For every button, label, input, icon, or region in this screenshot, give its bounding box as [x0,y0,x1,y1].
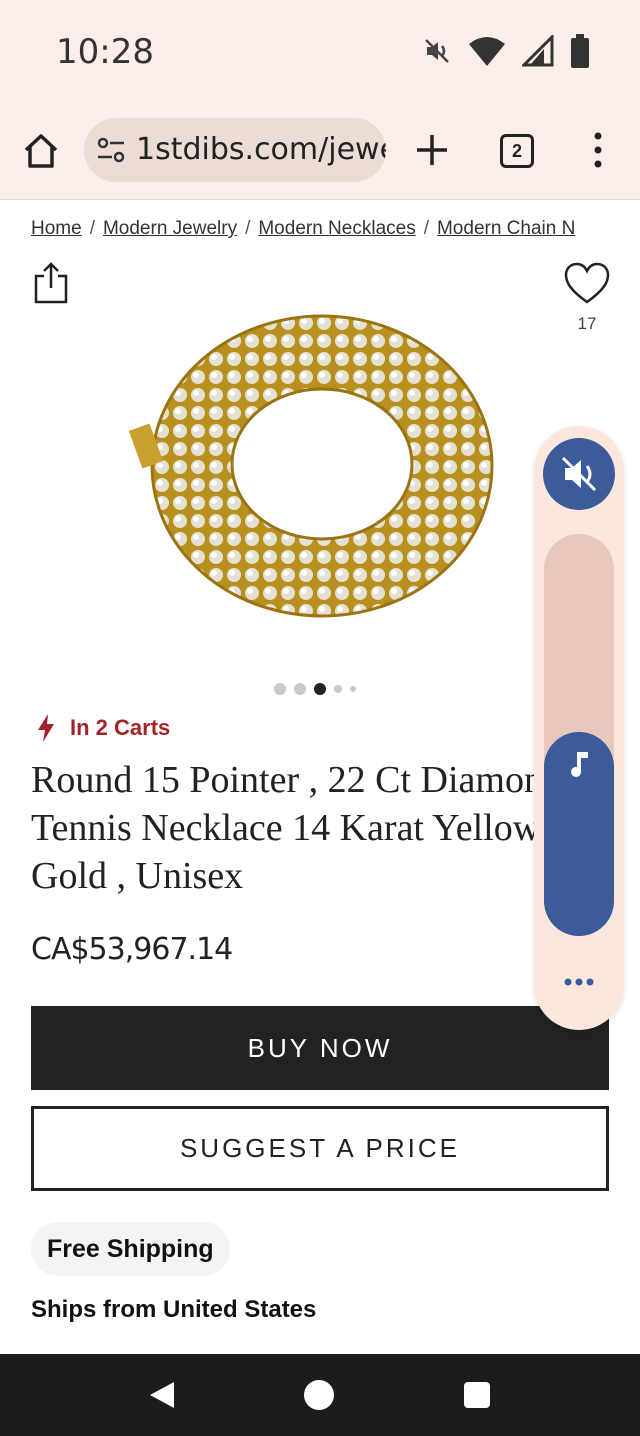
url-text[interactable]: 1stdibs.com/jewe [136,132,386,167]
ships-from-text: Ships from United States [31,1296,317,1323]
carousel-dot[interactable] [294,683,306,695]
heart-icon[interactable] [564,262,610,306]
carousel-dot[interactable] [274,683,286,695]
breadcrumb-separator: / [245,218,251,239]
carousel-dots[interactable] [274,683,356,695]
product-price: CA$53,967.14 [31,932,233,967]
carousel-dot[interactable] [334,685,342,693]
tabs-icon[interactable]: 2 [500,134,534,168]
breadcrumb: Home / Modern Jewelry / Modern Necklaces / Mod… [31,218,611,240]
menu-icon[interactable] [588,130,608,170]
mute-icon [425,39,449,63]
cart-status-text: In 2 Carts [70,715,171,740]
breadcrumb-modern-chain[interactable]: Modern Chain N [437,218,575,239]
status-icons [422,34,590,68]
music-note-icon [571,752,588,777]
breadcrumb-modern-necklaces[interactable]: Modern Necklaces [258,218,415,239]
ringer-mute-button[interactable] [543,438,615,510]
cart-status: In 2 Carts [36,714,170,742]
browser-toolbar: 1stdibs.com/jewe 2 [0,100,640,200]
lightning-icon [38,714,54,742]
back-icon[interactable] [148,1380,176,1410]
buy-now-button[interactable]: BUY NOW [31,1006,609,1090]
suggest-price-button[interactable]: SUGGEST A PRICE [31,1106,609,1191]
media-volume-slider[interactable] [544,732,614,936]
signal-icon [522,35,554,67]
product-image[interactable] [117,296,523,666]
status-time: 10:28 [56,32,154,72]
breadcrumb-home[interactable]: Home [31,218,82,239]
home-button-icon[interactable] [304,1380,334,1410]
carousel-dot[interactable] [350,686,356,692]
breadcrumb-modern-jewelry[interactable]: Modern Jewelry [103,218,237,239]
free-shipping-badge: Free Shipping [31,1222,230,1276]
recents-icon[interactable] [464,1382,490,1408]
necklace-image [128,314,494,618]
favorite-count: 17 [577,314,597,333]
carousel-dot-active[interactable] [314,683,326,695]
wifi-icon [469,37,505,66]
new-tab-icon[interactable] [414,132,450,168]
status-bar: 10:28 [0,0,640,100]
share-icon[interactable] [34,262,68,304]
breadcrumb-separator: / [423,218,429,239]
address-bar[interactable]: 1stdibs.com/jewe [84,118,386,182]
navigation-bar [0,1354,640,1436]
mute-icon [561,456,597,492]
breadcrumb-separator: / [89,218,95,239]
site-settings-icon[interactable] [96,136,126,164]
volume-panel [534,426,624,1030]
more-options-icon[interactable] [564,976,594,988]
battery-icon [571,34,589,68]
home-icon[interactable] [22,132,60,170]
